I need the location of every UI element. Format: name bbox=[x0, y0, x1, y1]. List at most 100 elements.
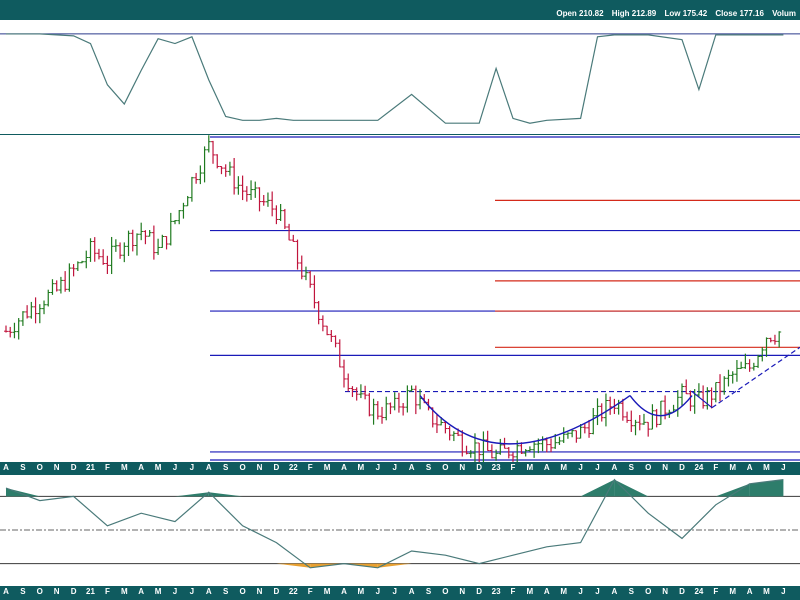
oscillator-axis-tick-label: F bbox=[510, 587, 516, 596]
oscillator-axis-tick-label: A bbox=[138, 587, 145, 596]
price-chart bbox=[4, 135, 800, 462]
price-axis-tick-label: O bbox=[645, 463, 652, 472]
oscillator-axis-tick-label: N bbox=[256, 587, 263, 596]
oscillator-axis-tick-label: O bbox=[645, 587, 652, 596]
oscillator-axis-tick-label: D bbox=[476, 587, 483, 596]
trend-line-dashed bbox=[711, 346, 800, 409]
price-axis-tick-label: F bbox=[510, 463, 516, 472]
price-axis-tick-label: N bbox=[662, 463, 668, 472]
price-axis-tick-label: N bbox=[459, 463, 466, 472]
price-axis-tick-label: A bbox=[341, 463, 347, 472]
time-axis-oscillator: A S O N D 21 F M A M J J A S O N D 22 F M A M J J A S O N D 23 F M A M J J A… bbox=[0, 586, 800, 600]
price-axis-tick-label: A bbox=[3, 463, 9, 472]
close-value: 177.16 bbox=[739, 9, 764, 18]
price-axis-tick-label: M bbox=[560, 463, 568, 472]
price-axis-tick-label: 21 bbox=[86, 463, 95, 472]
oscillator-series bbox=[5, 478, 784, 569]
ohlc-readout: Open 210.82 High 212.89 Low 175.42 Close… bbox=[550, 9, 796, 18]
oscillator-overbought-fill bbox=[175, 492, 209, 497]
oscillator-axis-tick-label: J bbox=[172, 587, 178, 596]
oscillator-axis-tick-label: A bbox=[3, 587, 9, 596]
oscillator-overbought-fill bbox=[614, 479, 649, 497]
price-axis-tick-label: J bbox=[189, 463, 195, 472]
price-axis-tick-label: J bbox=[595, 463, 600, 472]
oscillator-axis-tick-label: A bbox=[611, 587, 618, 596]
lower-oscillator-chart bbox=[0, 478, 800, 569]
oscillator-axis-tick-label: M bbox=[357, 587, 365, 596]
low-value: 175.42 bbox=[682, 9, 708, 18]
oscillator-axis-tick-label: S bbox=[425, 587, 432, 596]
price-axis-tick-label: S bbox=[425, 463, 432, 472]
oscillator-axis-tick-label: J bbox=[189, 587, 195, 596]
price-axis-tick-label: O bbox=[442, 463, 449, 472]
oscillator-axis-tick-label: S bbox=[628, 587, 634, 596]
price-axis-tick-label: J bbox=[392, 463, 397, 472]
price-axis-tick-label: S bbox=[223, 463, 229, 472]
oscillator-axis-tick-label: 21 bbox=[86, 587, 95, 596]
oscillator-axis-tick-label: J bbox=[781, 587, 786, 596]
price-axis-tick-label: O bbox=[36, 463, 43, 472]
price-axis-tick-label: M bbox=[763, 463, 770, 472]
price-axis-tick-label: N bbox=[256, 463, 263, 472]
price-axis-tick-label: F bbox=[713, 463, 719, 472]
price-axis-tick-label: A bbox=[543, 463, 550, 472]
oscillator-axis-tick-label: M bbox=[526, 587, 534, 596]
oscillator-axis-tick-label: F bbox=[104, 587, 110, 596]
oscillator-axis-tick-label: A bbox=[746, 587, 753, 596]
price-axis-tick-label: M bbox=[154, 463, 162, 472]
price-axis-tick-label: 23 bbox=[491, 463, 501, 472]
oscillator-axis-tick-label: S bbox=[20, 587, 26, 596]
oscillator-axis-tick-label: D bbox=[70, 587, 77, 596]
oscillator-axis-tick-label: A bbox=[543, 587, 550, 596]
low-label: Low bbox=[664, 9, 681, 18]
price-axis-tick-label: 22 bbox=[288, 463, 298, 472]
oscillator-axis-tick-label: F bbox=[307, 587, 313, 596]
oscillator-axis-tick-label: A bbox=[205, 587, 212, 596]
oscillator-axis-tick-label: J bbox=[375, 587, 381, 596]
oscillator-axis-tick-label: N bbox=[53, 587, 60, 596]
oscillator-overbought-fill bbox=[208, 492, 243, 497]
oscillator-axis-tick-label: M bbox=[323, 587, 331, 596]
price-axis-tick-label: D bbox=[679, 463, 685, 472]
price-axis-tick-label: M bbox=[120, 463, 128, 472]
oscillator-axis-tick-label: 23 bbox=[491, 587, 501, 596]
price-axis-tick-label: D bbox=[476, 463, 483, 472]
cup-curve bbox=[419, 395, 631, 445]
price-axis-tick-label: J bbox=[781, 463, 786, 472]
oscillator-axis-tick-label: M bbox=[763, 587, 770, 596]
oscillator-axis-tick-label: N bbox=[662, 587, 668, 596]
price-axis-tick-label: D bbox=[273, 463, 280, 472]
open-value: 210.82 bbox=[579, 9, 604, 18]
oscillator-axis-tick-label: F bbox=[713, 587, 719, 596]
oscillator-axis-tick-label: A bbox=[341, 587, 347, 596]
close-label: Close bbox=[715, 9, 738, 18]
price-axis-tick-label: 24 bbox=[694, 463, 704, 472]
oscillator-axis-tick-label: M bbox=[729, 587, 737, 596]
high-value: 212.89 bbox=[631, 9, 657, 18]
oscillator-axis-tick-label: A bbox=[408, 587, 415, 596]
oscillator-axis-tick-label: D bbox=[273, 587, 280, 596]
price-axis-tick-label: J bbox=[375, 463, 381, 472]
oscillator-axis-tick-label: M bbox=[154, 587, 162, 596]
time-axis-price: A S O N D 21 F M A M J J A S O N D 22 F M A M J J A S O N D 23 F M A M J J A… bbox=[0, 462, 800, 475]
price-axis-tick-label: F bbox=[307, 463, 313, 472]
oscillator-axis-tick-label: J bbox=[578, 587, 583, 596]
oscillator-axis-tick-label: D bbox=[679, 587, 685, 596]
oscillator-axis-tick-label: O bbox=[36, 587, 43, 596]
oscillator-axis-tick-label: M bbox=[560, 587, 568, 596]
price-axis-tick-label: D bbox=[70, 463, 77, 472]
open-label: Open bbox=[556, 9, 577, 18]
oscillator-axis-tick-label: M bbox=[120, 587, 128, 596]
oscillator-axis-tick-label: J bbox=[392, 587, 397, 596]
price-axis-tick-label: M bbox=[323, 463, 331, 472]
oscillator-axis-tick-label: O bbox=[442, 587, 449, 596]
price-axis-tick-label: M bbox=[526, 463, 534, 472]
price-axis-tick-label: O bbox=[239, 463, 246, 472]
price-axis-tick-label: J bbox=[578, 463, 583, 472]
price-axis-tick-label: A bbox=[408, 463, 415, 472]
volume-label: Volum bbox=[772, 9, 796, 18]
price-axis-tick-label: S bbox=[628, 463, 634, 472]
price-axis-tick-label: J bbox=[172, 463, 178, 472]
oscillator-axis-tick-label: 24 bbox=[694, 587, 704, 596]
oscillator-axis-tick-label: S bbox=[223, 587, 229, 596]
